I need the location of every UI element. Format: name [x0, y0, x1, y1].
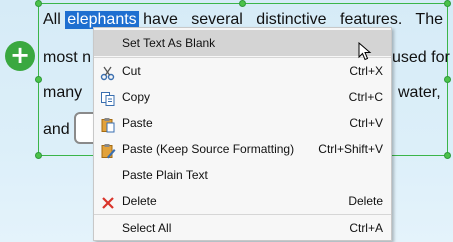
text-line-2-start: most n: [43, 49, 92, 66]
red-x-icon: [100, 194, 116, 210]
text-line-4-start: and: [43, 121, 70, 138]
context-menu: Set Text As Blank Cut Ctrl+X Copy Ctrl+C…: [93, 27, 392, 241]
menu-item-cut[interactable]: Cut Ctrl+X: [94, 58, 391, 84]
menu-item-paste-keep-source-formatting[interactable]: Paste (Keep Source Formatting) Ctrl+Shif…: [94, 136, 391, 162]
plus-icon: +: [9, 41, 31, 69]
mouse-pointer-icon: [358, 41, 372, 62]
menu-item-copy[interactable]: Copy Ctrl+C: [94, 84, 391, 110]
resize-handle-bottom-left[interactable]: [35, 152, 42, 159]
text-word-all: All: [43, 11, 61, 28]
copy-icon: [100, 90, 116, 106]
menu-item-set-text-as-blank[interactable]: Set Text As Blank: [94, 30, 391, 56]
resize-handle-top-left[interactable]: [35, 0, 42, 7]
resize-handle-top-right[interactable]: [444, 0, 451, 7]
menu-item-paste[interactable]: Paste Ctrl+V: [94, 110, 391, 136]
add-button[interactable]: +: [5, 41, 35, 71]
text-line-3-start: many: [43, 84, 83, 101]
paste-icon: [100, 116, 116, 133]
menu-item-paste-plain-text[interactable]: Paste Plain Text: [94, 162, 391, 188]
resize-handle-middle-left[interactable]: [35, 76, 42, 83]
scissors-icon: [100, 64, 116, 81]
resize-handle-bottom-right[interactable]: [444, 152, 451, 159]
resize-handle-middle-right[interactable]: [444, 76, 451, 83]
text-line-2-end: used for: [392, 49, 450, 66]
text-line-3-end: water,: [398, 84, 441, 101]
resize-handle-top-center[interactable]: [239, 0, 246, 7]
paste-format-icon: [100, 142, 116, 159]
menu-item-delete[interactable]: Delete Delete: [94, 188, 391, 214]
menu-item-select-all[interactable]: Select All Ctrl+A: [94, 215, 391, 241]
